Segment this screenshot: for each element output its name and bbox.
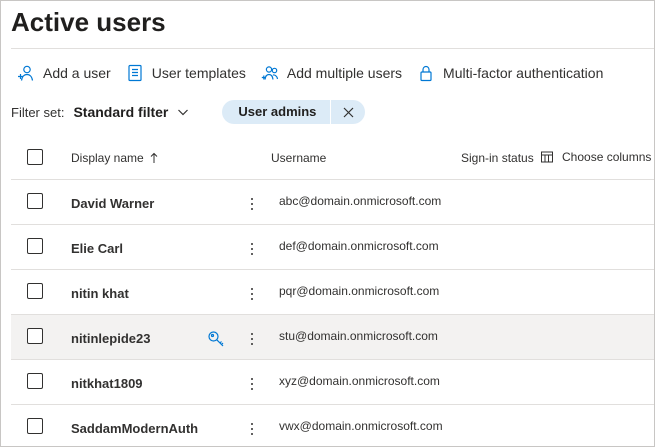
choose-columns-icon: [541, 151, 553, 163]
more-options-icon[interactable]: [247, 329, 257, 349]
user-display-name[interactable]: nitin khat: [71, 286, 129, 301]
command-bar: Add a user User templates Add multiple u…: [17, 61, 618, 85]
choose-columns-button[interactable]: Choose columns: [540, 150, 651, 164]
sign-in-status-header[interactable]: Sign-in status: [461, 151, 534, 165]
filter-set-dropdown[interactable]: Standard filter: [73, 104, 189, 120]
active-users-page: Active users Add a user User templates A…: [0, 0, 655, 447]
user-username: pqr@domain.onmicrosoft.com: [279, 284, 440, 298]
user-username: abc@domain.onmicrosoft.com: [279, 194, 442, 208]
table-row[interactable]: nitkhat1809 xyz@domain.onmicrosoft.com: [11, 359, 654, 404]
user-username: def@domain.onmicrosoft.com: [279, 239, 439, 253]
page-title: Active users: [11, 7, 166, 37]
sign-in-status-header-label: Sign-in status: [461, 151, 534, 165]
row-checkbox[interactable]: [27, 193, 43, 209]
row-checkbox[interactable]: [27, 418, 43, 434]
more-options-icon[interactable]: [247, 419, 257, 439]
title-divider: [11, 48, 654, 49]
user-username: vwx@domain.onmicrosoft.com: [279, 419, 443, 433]
filter-pill-label[interactable]: User admins: [222, 100, 330, 124]
add-user-icon: [18, 65, 34, 81]
lock-icon: [420, 65, 432, 82]
mfa-button[interactable]: Multi-factor authentication: [417, 61, 603, 85]
user-templates-label: User templates: [151, 65, 246, 81]
row-checkbox[interactable]: [27, 283, 43, 299]
row-checkbox[interactable]: [27, 238, 43, 254]
table-row[interactable]: Elie Carl def@domain.onmicrosoft.com: [11, 224, 654, 269]
display-name-header[interactable]: Display name: [71, 151, 158, 165]
user-display-name[interactable]: SaddamModernAuth: [71, 421, 198, 436]
more-options-icon[interactable]: [247, 239, 257, 259]
add-user-button[interactable]: Add a user: [17, 61, 111, 85]
row-checkbox[interactable]: [27, 373, 43, 389]
add-multiple-users-button[interactable]: Add multiple users: [261, 61, 402, 85]
username-header[interactable]: Username: [271, 151, 326, 165]
filter-pill-user-admins: User admins: [222, 100, 366, 124]
chevron-down-icon: [178, 109, 189, 116]
add-user-label: Add a user: [43, 65, 111, 81]
user-display-name[interactable]: nitinlepide23: [71, 331, 150, 346]
filter-bar: Filter set: Standard filter User admins: [11, 99, 366, 125]
more-options-icon[interactable]: [247, 374, 257, 394]
add-multiple-users-label: Add multiple users: [286, 65, 403, 81]
table-row-hovered[interactable]: nitinlepide23 stu@domain.onmicrosoft.com: [11, 314, 654, 359]
user-templates-button[interactable]: User templates: [126, 61, 246, 85]
table-row[interactable]: SaddamModernAuth vwx@domain.onmicrosoft.…: [11, 404, 654, 446]
mfa-label: Multi-factor authentication: [443, 65, 604, 81]
username-header-label: Username: [271, 151, 327, 165]
filter-set-label: Filter set:: [11, 104, 65, 120]
more-options-icon[interactable]: [247, 284, 257, 304]
table-row[interactable]: nitin khat pqr@domain.onmicrosoft.com: [11, 269, 654, 314]
add-multiple-users-icon: [261, 66, 278, 80]
user-templates-icon: [128, 64, 142, 82]
user-username: stu@domain.onmicrosoft.com: [279, 329, 438, 343]
user-display-name[interactable]: Elie Carl: [71, 241, 123, 256]
choose-columns-label: Choose columns: [562, 150, 652, 164]
more-options-icon[interactable]: [247, 194, 257, 214]
remove-filter-button[interactable]: [330, 100, 365, 124]
display-name-header-label: Display name: [71, 151, 144, 165]
sort-ascending-icon: [150, 152, 158, 163]
filter-set-value: Standard filter: [73, 104, 169, 120]
select-all-checkbox[interactable]: [27, 149, 43, 165]
row-checkbox[interactable]: [27, 328, 43, 344]
user-display-name[interactable]: nitkhat1809: [71, 376, 143, 391]
table-row[interactable]: David Warner abc@domain.onmicrosoft.com: [11, 179, 654, 224]
user-username: xyz@domain.onmicrosoft.com: [279, 374, 440, 388]
reset-password-icon[interactable]: [207, 330, 225, 348]
close-icon: [343, 107, 354, 117]
table-header: Display name Username Sign-in status Cho…: [11, 138, 654, 178]
user-display-name[interactable]: David Warner: [71, 196, 154, 211]
